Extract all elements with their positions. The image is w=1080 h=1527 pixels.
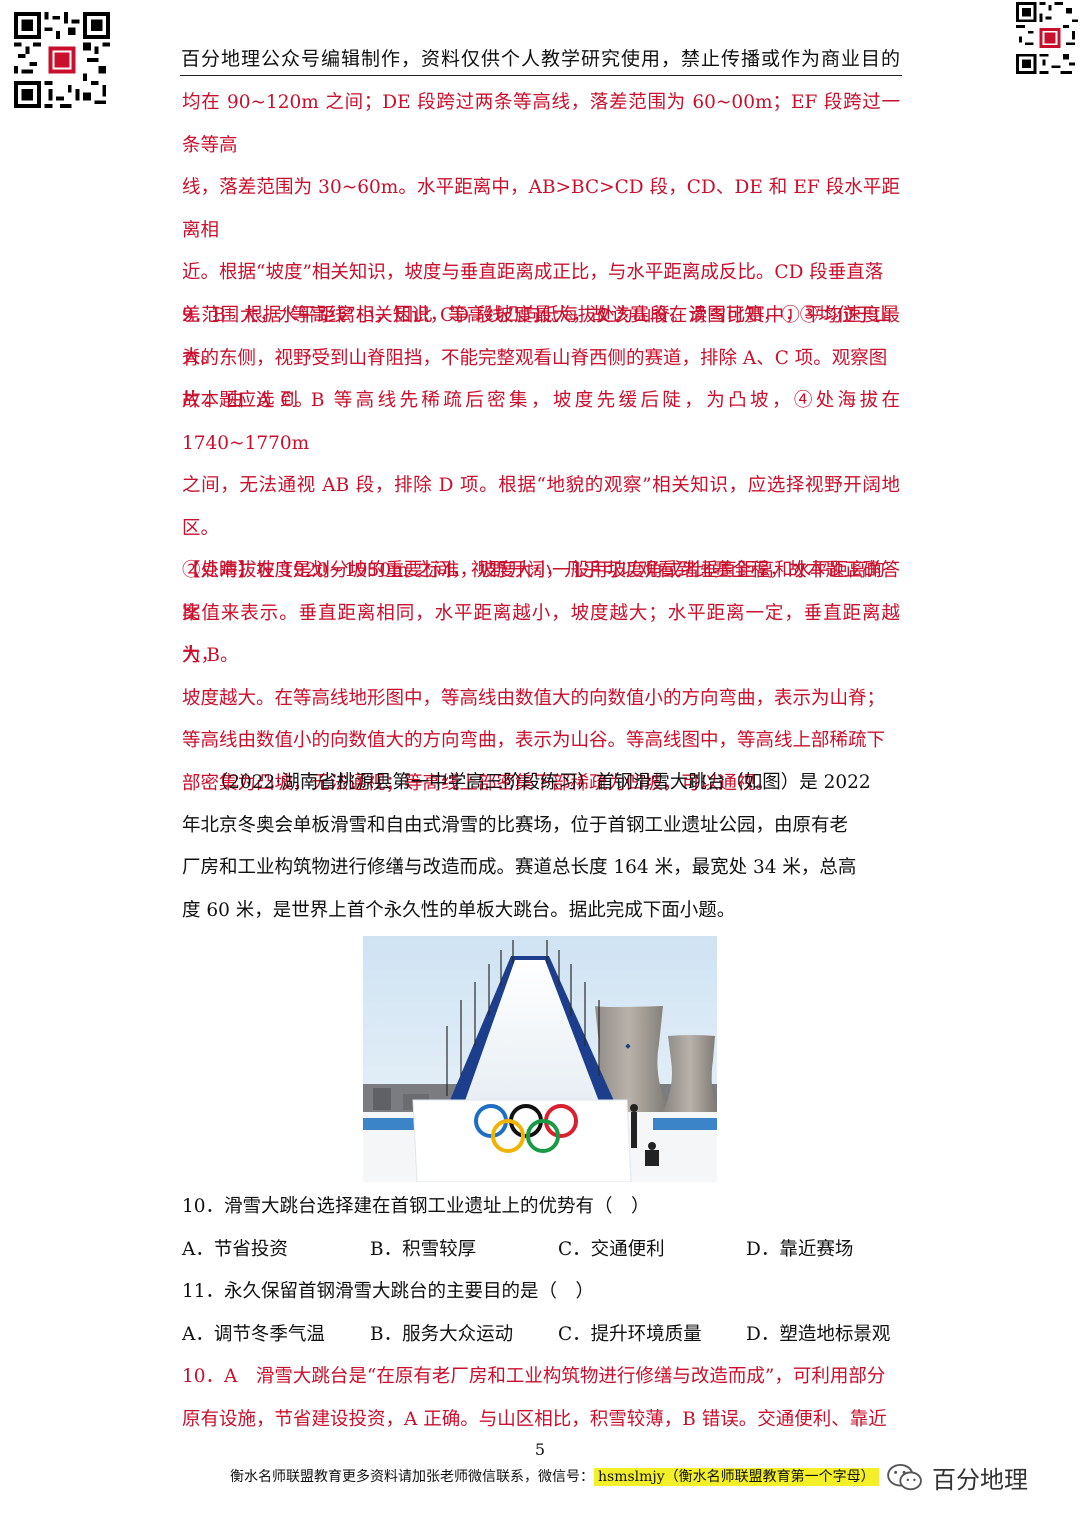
qr-code-left (14, 12, 110, 108)
text-line: 均在 90~120m 之间；DE 段跨过两条等高线，落差范围为 60~00m；E… (182, 92, 900, 156)
text-line: 10．A 滑雪大跳台是“在原有老厂房和工业构筑物进行修缮与改造而成”，可利用部分 (182, 1366, 886, 1387)
question-11-options: A．调节冬季气温 B．服务大众运动 C．提升环境质量 D．塑造地标景观 (182, 1314, 900, 1357)
answer-10-explanation: 10．A 滑雪大跳台是“在原有老厂房和工业构筑物进行修缮与改造而成”，可利用部分… (182, 1356, 900, 1441)
text-line: 坡度越大。在等高线地形图中，等高线由数值大的向数值小的方向弯曲，表示为山脊； (182, 687, 886, 709)
text-line: 厂房和工业构筑物进行修缮与改造而成。赛道总长度 164 米，最宽处 34 米，总… (182, 857, 857, 878)
wechat-id-highlight: hsmslmjy（衡水名师联盟教育第一个字母） (594, 1468, 879, 1486)
option-a[interactable]: A．节省投资 (182, 1229, 370, 1272)
qr-code-right (1016, 2, 1078, 74)
question-10-options: A．节省投资 B．积雪较厚 C．交通便利 D．靠近赛场 (182, 1229, 900, 1272)
svg-text:◆: ◆ (625, 1042, 631, 1050)
option-c[interactable]: C．交通便利 (558, 1229, 746, 1272)
footer-text: 衡水名师联盟教育更多资料请加张老师微信联系，微信号： (230, 1469, 594, 1485)
text-line: 9．B 根据“等高线”相关知识，等高线凸向低海拔处为山脊。读图可知，①③均位于山 (182, 305, 893, 326)
question-10: 10．滑雪大跳台选择建在首钢工业遗址上的优势有（ ） A．节省投资 B．积雪较厚… (182, 1186, 900, 1271)
text-line: （2022·湖南省桃源县第一中学高三阶段练习）首钢滑雪大跳台（如图）是 2022 (182, 772, 871, 793)
option-b[interactable]: B．积雪较厚 (370, 1229, 558, 1272)
text-line: 原有设施，节省建设投资，A 正确。与山区相比，积雪较薄，B 错误。交通便利、靠近 (182, 1408, 887, 1430)
brand-watermark: 百分地理 (886, 1460, 1028, 1495)
page-number: 5 (534, 1440, 546, 1459)
option-d[interactable]: D．塑造地标景观 (746, 1314, 890, 1357)
page-header: 百分地理公众号编辑制作，资料仅供个人教学研究使用，禁止传播或作为商业目的 (180, 44, 902, 76)
wechat-icon (886, 1463, 924, 1493)
option-c[interactable]: C．提升环境质量 (558, 1314, 746, 1357)
option-a[interactable]: A．调节冬季气温 (182, 1314, 370, 1357)
text-line: 【点睛】坡度是划分坡的重要标准，坡度大小一般用坡度角或者垂直距离和水平距离的 (182, 560, 886, 581)
question-text: 10．滑雪大跳台选择建在首钢工业遗址上的优势有（ ） (182, 1196, 650, 1217)
text-line: 年北京冬奥会单板滑雪和自由式滑雪的比赛场，位于首钢工业遗址公园，由原有老 (182, 814, 849, 836)
text-line: 脊的东侧，视野受到山脊阻挡，不能完整观看山脊西侧的赛道，排除 A、C 项。观察图 (182, 347, 888, 369)
brand-name: 百分地理 (932, 1466, 1028, 1494)
question-text: 11．永久保留首钢滑雪大跳台的主要目的是（ ） (182, 1281, 595, 1302)
text-line: 近。根据“坡度”相关知识，坡度与垂直距离成正比，与水平距离成反比。CD 段垂直落 (182, 262, 884, 283)
footer-note: 衡水名师联盟教育更多资料请加张老师微信联系，微信号： hsmslmjy（衡水名师联… (230, 1466, 879, 1486)
question-stem: （2022·湖南省桃源县第一中学高三阶段练习）首钢滑雪大跳台（如图）是 2022… (182, 762, 872, 932)
question-11: 11．永久保留首钢滑雪大跳台的主要目的是（ ） A．调节冬季气温 B．服务大众运… (182, 1271, 900, 1356)
text-line: 片。由 A 到 B 等高线先稀疏后密集，坡度先缓后陡，为凸坡，④处海拔在 174… (182, 390, 900, 454)
option-b[interactable]: B．服务大众运动 (370, 1314, 558, 1357)
option-d[interactable]: D．靠近赛场 (746, 1229, 853, 1272)
text-line: 比值来表示。垂直距离相同，水平距离越小，坡度越大；水平距离一定，垂直距离越大， (182, 602, 900, 667)
ski-jump-photo: ◆ (363, 936, 717, 1182)
text-line: 等高线由数值小的向数值大的方向弯曲，表示为山谷。等高线图中，等高线上部稀疏下 (182, 730, 886, 751)
text-line: 线，落差范围为 30~60m。水平距离中，AB>BC>CD 段，CD、DE 和 … (182, 177, 900, 241)
text-line: 之间，无法通视 AB 段，排除 D 项。根据“地貌的观察”相关知识，应选择视野开… (182, 475, 900, 539)
text-line: 度 60 米，是世界上首个永久性的单板大跳台。据此完成下面小题。 (182, 899, 736, 921)
